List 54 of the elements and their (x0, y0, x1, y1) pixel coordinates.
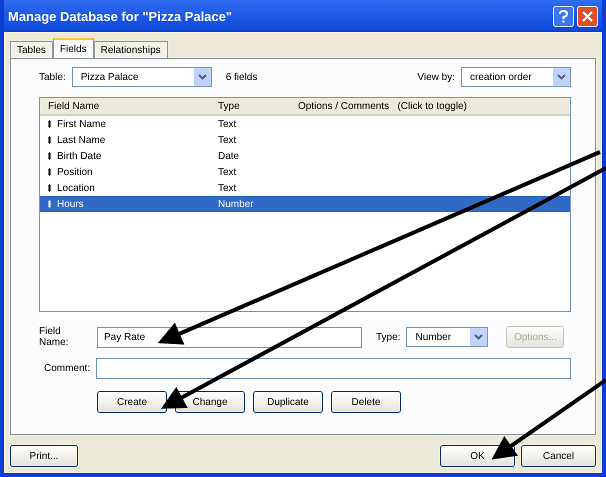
cancel-button[interactable]: Cancel (521, 445, 596, 467)
table-label: Table: (39, 72, 66, 82)
field-row[interactable]: Location Text (40, 180, 570, 196)
field-row[interactable]: First Name Text (40, 116, 570, 132)
action-button[interactable]: Create (97, 391, 167, 413)
field-name-input[interactable]: Pay Rate (97, 326, 362, 348)
view-by-dropdown[interactable]: creation order (461, 67, 571, 87)
chevron-down-icon (198, 74, 207, 80)
field-row[interactable]: Hours Number (40, 196, 570, 212)
field-type: Text (218, 166, 238, 178)
help-button[interactable] (553, 6, 574, 26)
action-button[interactable]: Delete (331, 391, 401, 413)
field-type: Text (218, 134, 238, 146)
table-dropdown[interactable]: Pizza Palace (72, 67, 212, 87)
field-row[interactable]: Last Name Text (40, 132, 570, 148)
field-row[interactable]: Birth Date Date (40, 148, 570, 164)
drag-handle-icon (48, 136, 51, 144)
window-title: Manage Database for "Pizza Palace" (8, 8, 232, 24)
drag-handle-icon (48, 152, 51, 160)
field-name: Position (57, 166, 93, 178)
drag-handle-icon (48, 184, 51, 192)
type-label: Type: (376, 332, 400, 342)
action-button[interactable]: Duplicate (253, 391, 323, 413)
print-button[interactable]: Print... (10, 445, 78, 467)
column-header[interactable]: Options / Comments (Click to toggle) (298, 100, 570, 112)
column-header[interactable]: Type (218, 100, 298, 112)
field-row[interactable]: Position Text (40, 164, 570, 180)
view-by-label: View by: (417, 72, 455, 82)
field-type: Number (218, 198, 255, 210)
drag-handle-icon (48, 200, 51, 208)
tab[interactable]: Relationships (94, 41, 168, 58)
chevron-down-icon (474, 334, 484, 340)
field-type: Date (218, 150, 240, 162)
field-type: Text (218, 182, 238, 194)
close-button[interactable] (577, 6, 598, 26)
field-name: First Name (57, 118, 106, 130)
comment-label: Comment: (42, 363, 90, 374)
field-name: Last Name (57, 134, 106, 146)
close-icon (582, 10, 593, 22)
field-name: Hours (57, 198, 84, 210)
field-count: 6 fields (226, 72, 258, 82)
field-name-label: Field Name: (39, 326, 70, 348)
help-icon (559, 10, 568, 22)
drag-handle-icon (48, 168, 51, 176)
field-type: Text (218, 118, 238, 130)
chevron-down-icon (557, 74, 566, 80)
comment-input[interactable] (96, 358, 571, 379)
field-name: Location (57, 182, 95, 194)
field-name: Birth Date (57, 150, 102, 162)
tab[interactable]: Tables (10, 41, 53, 58)
tab[interactable]: Fields (52, 38, 94, 58)
type-dropdown[interactable]: Number (406, 327, 488, 347)
drag-handle-icon (48, 120, 51, 128)
column-header[interactable]: Field Name (48, 100, 218, 112)
